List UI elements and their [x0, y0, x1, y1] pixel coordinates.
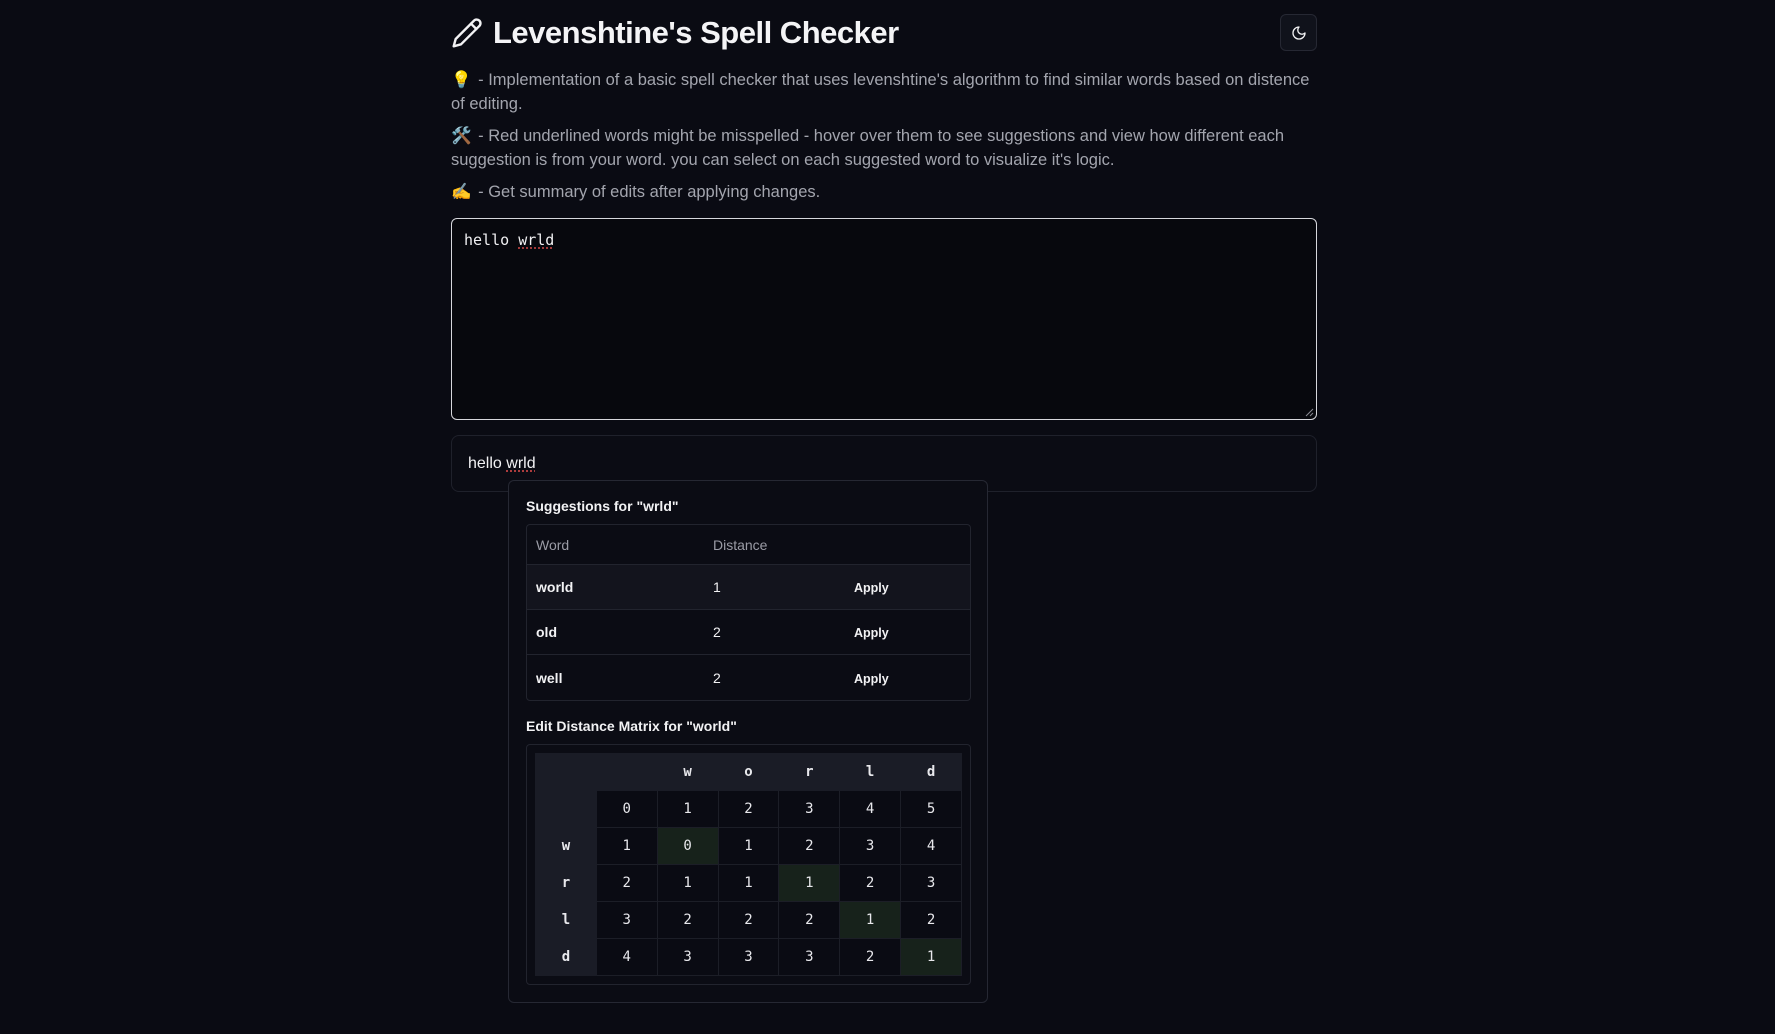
suggestion-word[interactable]: world: [527, 565, 704, 610]
matrix-cell: 5: [900, 790, 962, 828]
suggestions-heading: Suggestions for "wrld": [526, 498, 679, 514]
description-text: - Get summary of edits after applying ch…: [478, 183, 821, 201]
matrix-cell: 4: [900, 827, 962, 865]
preview-word: hello: [468, 454, 502, 472]
text-input-area[interactable]: hello wrld: [451, 218, 1317, 420]
matrix-cell: 1: [717, 864, 780, 902]
suggestion-distance: 2: [713, 669, 721, 686]
matrix-cell: 3: [778, 790, 841, 828]
matrix-cell: 4: [595, 938, 658, 976]
edit-distance-matrix: world012345w101234r211123l322212d433321: [535, 753, 962, 976]
matrix-cell-highlighted: 0: [656, 827, 719, 865]
apply-button[interactable]: Apply: [854, 672, 889, 686]
theme-toggle-button[interactable]: [1280, 14, 1317, 51]
description-line: ✍️ - Get summary of edits after applying…: [451, 180, 1317, 204]
matrix-column-header: [595, 753, 658, 791]
description-line: 🛠️ - Red underlined words might be missp…: [451, 124, 1317, 172]
matrix-cell: 1: [717, 827, 780, 865]
column-header-action: [845, 525, 970, 565]
matrix-cell: 3: [595, 901, 658, 939]
title-wrap: Levenshtine's Spell Checker: [451, 15, 899, 51]
matrix-heading: Edit Distance Matrix for "world": [526, 718, 737, 734]
matrix-column-header: l: [839, 753, 902, 791]
matrix-cell: 2: [778, 901, 841, 939]
matrix-column-header: w: [656, 753, 719, 791]
matrix-row-header: w: [535, 827, 597, 865]
description-line: 💡 - Implementation of a basic spell chec…: [451, 68, 1317, 116]
matrix-cell: 2: [778, 827, 841, 865]
matrix-row-header: l: [535, 901, 597, 939]
matrix-row-header: r: [535, 864, 597, 902]
matrix-row: w101234: [535, 827, 962, 865]
apply-button[interactable]: Apply: [854, 581, 889, 595]
matrix-column-header: [535, 753, 597, 791]
matrix-header-row: world: [535, 753, 962, 791]
app-container: Levenshtine's Spell Checker 💡 - Implemen…: [451, 0, 1317, 492]
matrix-cell: 1: [656, 864, 719, 902]
matrix-cell-highlighted: 1: [778, 864, 841, 902]
apply-button[interactable]: Apply: [854, 626, 889, 640]
suggestions-table: Word Distance world 1 Apply old 2 Apply …: [526, 524, 971, 701]
suggestion-word[interactable]: old: [527, 610, 704, 655]
writing-hand-icon: ✍️: [451, 183, 472, 201]
matrix-cell: 3: [778, 938, 841, 976]
column-header-word: Word: [527, 525, 704, 565]
suggestion-distance: 2: [704, 610, 845, 655]
matrix-cell: 3: [717, 938, 780, 976]
pencil-icon: [452, 18, 482, 48]
description-text: - Implementation of a basic spell checke…: [451, 71, 1310, 113]
matrix-row-header: d: [535, 938, 597, 976]
matrix-cell: 0: [595, 790, 658, 828]
matrix-cell: 3: [656, 938, 719, 976]
matrix-cell-highlighted: 1: [900, 938, 962, 976]
header: Levenshtine's Spell Checker: [451, 0, 1317, 68]
page-title: Levenshtine's Spell Checker: [493, 15, 899, 50]
matrix-cell: 1: [595, 827, 658, 865]
matrix-cell: 2: [717, 790, 780, 828]
matrix-cell: 3: [900, 864, 962, 902]
editor-word: hello: [464, 231, 510, 249]
suggestions-popover: Suggestions for "wrld" Word Distance wor…: [508, 480, 988, 1003]
matrix-cell: 2: [656, 901, 719, 939]
resize-grip-icon[interactable]: [1305, 408, 1314, 417]
matrix-row: 012345: [535, 790, 962, 828]
matrix-cell: 2: [595, 864, 658, 902]
matrix-row: d433321: [535, 938, 962, 976]
matrix-column-header: d: [900, 753, 962, 791]
matrix-row: l322212: [535, 901, 962, 939]
matrix-column-header: r: [778, 753, 841, 791]
matrix-cell: 2: [839, 938, 902, 976]
matrix-cell: 1: [656, 790, 719, 828]
matrix-container: world012345w101234r211123l322212d433321: [526, 744, 971, 985]
column-header-distance: Distance: [704, 525, 845, 565]
matrix-cell: 4: [839, 790, 902, 828]
suggestion-word[interactable]: well: [527, 655, 704, 700]
tools-icon: 🛠️: [451, 127, 472, 145]
preview-misspelled-word[interactable]: wrld: [506, 455, 535, 473]
matrix-column-header: o: [717, 753, 780, 791]
matrix-cell: 2: [839, 864, 902, 902]
editor-misspelled-word: wrld: [518, 231, 555, 249]
matrix-row: r211123: [535, 864, 962, 902]
matrix-cell: 2: [717, 901, 780, 939]
suggestion-row[interactable]: well 2 Apply: [527, 655, 970, 700]
lightbulb-icon: 💡: [451, 71, 472, 89]
matrix-row-header: [535, 790, 597, 828]
matrix-cell: 2: [900, 901, 962, 939]
suggestion-distance: 1: [704, 565, 845, 610]
description-text: - Red underlined words might be misspell…: [451, 127, 1285, 169]
moon-icon: [1291, 25, 1306, 40]
matrix-cell: 3: [839, 827, 902, 865]
suggestion-row[interactable]: old 2 Apply: [527, 610, 970, 655]
matrix-cell-highlighted: 1: [839, 901, 902, 939]
suggestion-row[interactable]: world 1 Apply: [527, 565, 970, 610]
